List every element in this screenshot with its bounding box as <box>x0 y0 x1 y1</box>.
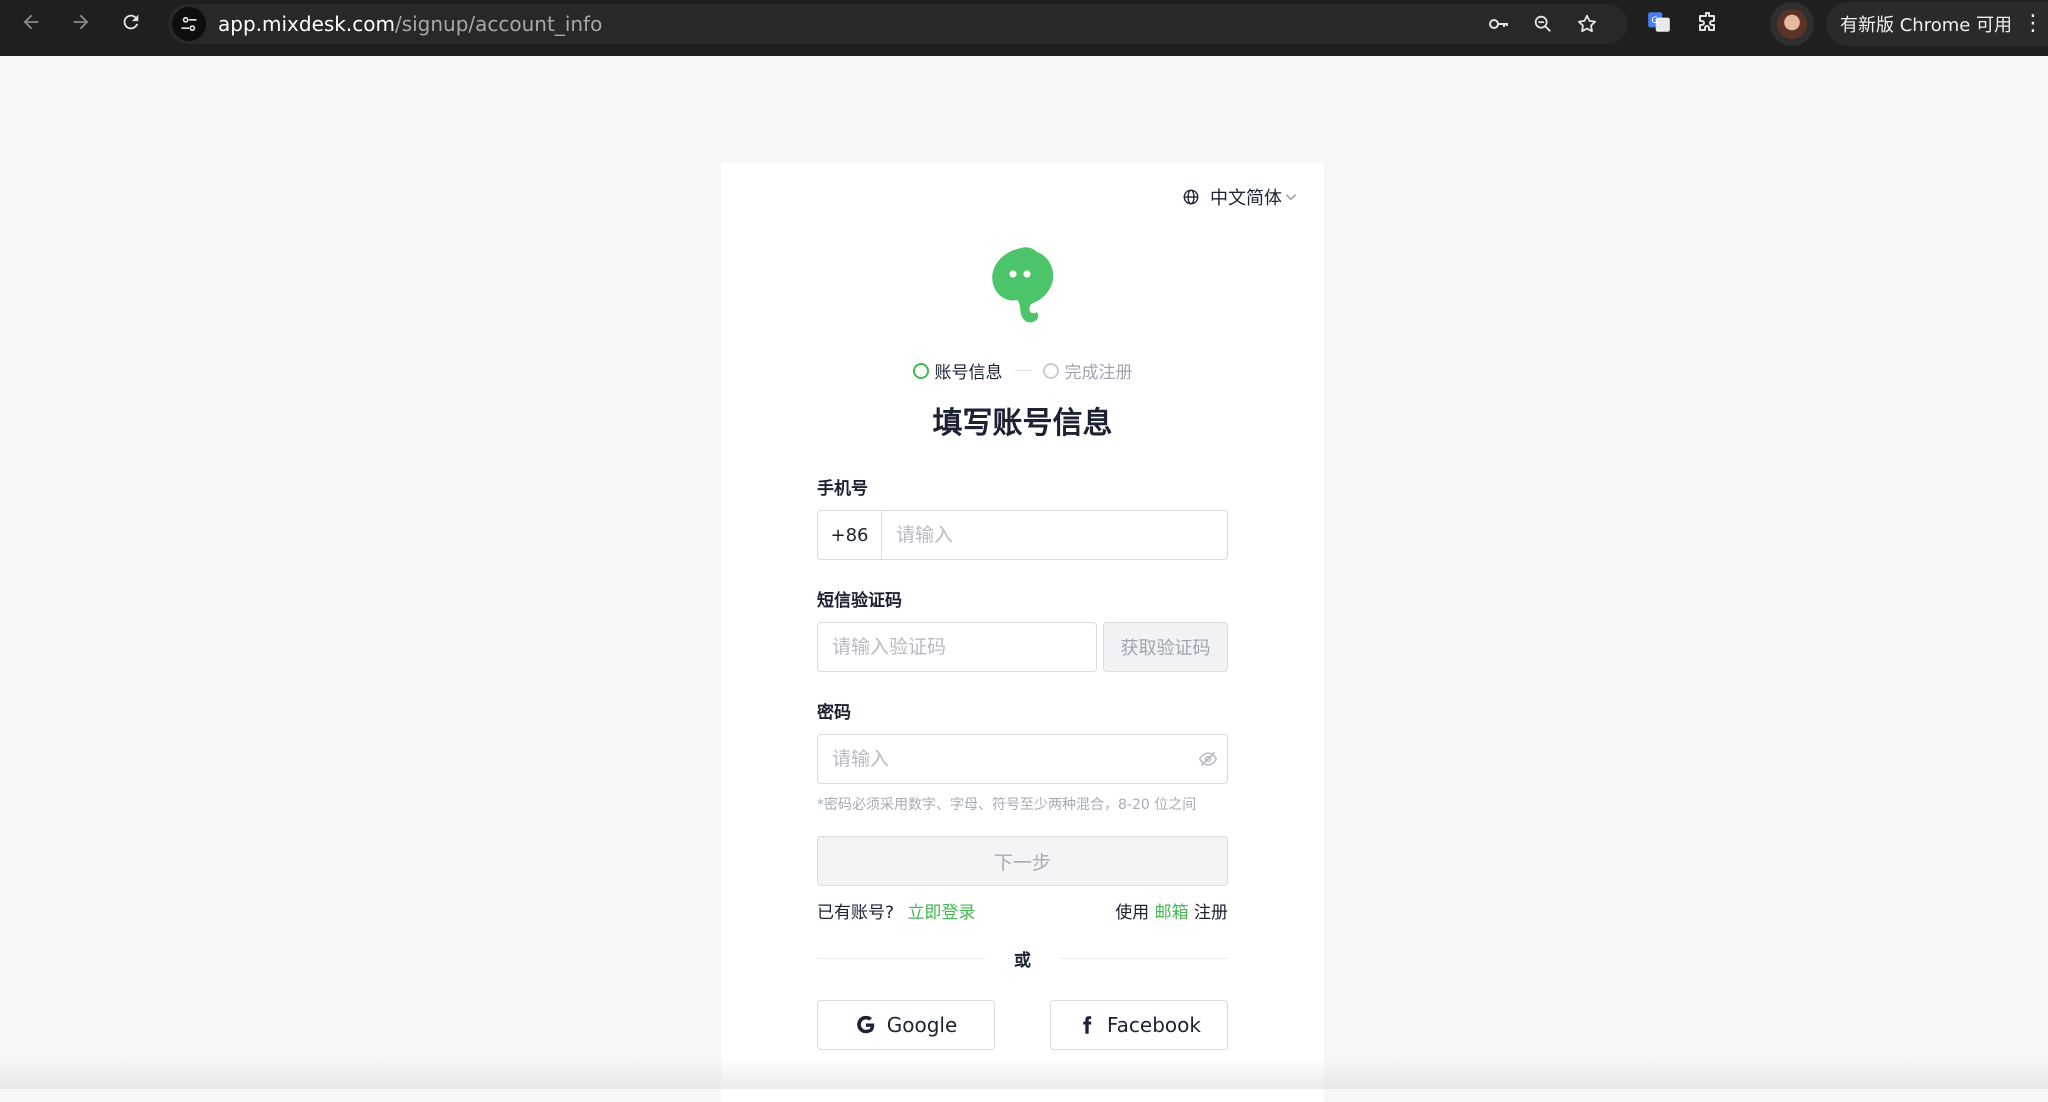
bottom-shadow <box>0 1059 2048 1089</box>
phone-field: +86 <box>817 510 1228 560</box>
eye-off-icon[interactable] <box>1189 735 1227 783</box>
mixdesk-logo <box>992 247 1054 323</box>
profile-avatar[interactable] <box>1770 2 1814 46</box>
password-field <box>817 734 1228 784</box>
signup-card: 中文简体 账号信息 完成注册 填写账号信息 手机号 +86 请输入 短信验证码 … <box>721 162 1324 1102</box>
reload-button[interactable] <box>106 0 156 44</box>
sms-code-field <box>817 622 1097 672</box>
url-path: /signup/account_info <box>394 12 603 36</box>
country-code-prefix[interactable]: +86 <box>818 511 882 559</box>
sms-code-label: 短信验证码 <box>817 591 902 611</box>
language-label: 中文简体 <box>1210 188 1282 209</box>
chevron-down-icon <box>1285 194 1297 201</box>
step-active-circle-icon <box>912 362 929 379</box>
sms-code-input[interactable] <box>818 623 1096 671</box>
extensions-puzzle-icon[interactable] <box>1696 10 1720 34</box>
reload-icon <box>123 14 139 30</box>
step-label: 完成注册 <box>1064 363 1133 383</box>
url-text[interactable]: app.mixdesk.com/signup/account_info <box>218 12 602 36</box>
has-account-text: 已有账号? <box>817 903 895 923</box>
back-button[interactable] <box>6 0 56 44</box>
site-settings-button[interactable] <box>172 7 206 41</box>
email-register-link[interactable]: 邮箱 <box>1155 903 1189 923</box>
email-register-prompt: 使用 邮箱 注册 <box>1115 898 1228 923</box>
password-input[interactable] <box>818 735 1189 783</box>
next-step-button[interactable]: 下一步 <box>817 836 1228 886</box>
language-selector[interactable]: 中文简体 <box>1182 184 1298 210</box>
page-title: 填写账号信息 <box>932 406 1113 441</box>
address-bar[interactable]: app.mixdesk.com/signup/account_info <box>168 4 1628 44</box>
step-label: 账号信息 <box>934 363 1003 383</box>
get-code-button[interactable]: 获取验证码 <box>1103 622 1228 672</box>
chrome-update-button[interactable]: 有新版 Chrome 可用 ⋮ <box>1826 2 2048 46</box>
use-text: 使用 <box>1115 903 1150 923</box>
step-complete-registration: 完成注册 <box>1042 358 1133 383</box>
step-inactive-circle-icon <box>1042 362 1059 379</box>
step-connector <box>1014 370 1031 371</box>
svg-text:G: G <box>1651 16 1658 26</box>
forward-button[interactable] <box>56 0 106 44</box>
page-background: 中文简体 账号信息 完成注册 填写账号信息 手机号 +86 请输入 短信验证码 … <box>0 56 2048 1102</box>
arrow-right-icon <box>73 14 89 30</box>
phone-label: 手机号 <box>817 479 868 499</box>
browser-toolbar: app.mixdesk.com/signup/account_info G 有新… <box>0 0 2048 56</box>
google-icon <box>856 1015 874 1034</box>
password-label: 密码 <box>817 703 851 723</box>
zoom-icon[interactable] <box>1530 11 1556 37</box>
avatar-image <box>1777 9 1807 39</box>
arrow-left-icon <box>23 14 39 30</box>
step-account-info: 账号信息 <box>912 358 1003 383</box>
or-separator: 或 <box>1014 951 1031 971</box>
star-icon[interactable] <box>1574 11 1600 37</box>
register-text: 注册 <box>1194 903 1228 923</box>
google-login-button[interactable]: Google <box>817 1000 995 1050</box>
login-prompt: 已有账号? 立即登录 <box>817 898 975 923</box>
update-label: 有新版 Chrome 可用 <box>1840 15 2013 36</box>
phone-input[interactable] <box>882 511 1227 559</box>
facebook-login-button[interactable]: Facebook <box>1050 1000 1228 1050</box>
divider-right <box>1060 958 1228 959</box>
globe-icon <box>1183 189 1199 205</box>
kebab-menu-icon[interactable]: ⋮ <box>2022 13 2044 35</box>
translate-extension-icon[interactable]: G <box>1646 9 1672 35</box>
password-hint: *密码必须采用数字、字母、符号至少两种混合，8-20 位之间 <box>817 797 1197 813</box>
facebook-icon <box>1083 1016 1092 1034</box>
divider-left <box>817 958 985 959</box>
facebook-label: Facebook <box>1107 1013 1201 1037</box>
google-label: Google <box>886 1013 958 1037</box>
login-now-link[interactable]: 立即登录 <box>907 903 975 923</box>
signup-steps: 账号信息 完成注册 <box>721 358 1324 383</box>
key-icon[interactable] <box>1486 11 1512 37</box>
url-domain: app.mixdesk.com <box>218 12 395 36</box>
tune-icon <box>181 16 197 32</box>
